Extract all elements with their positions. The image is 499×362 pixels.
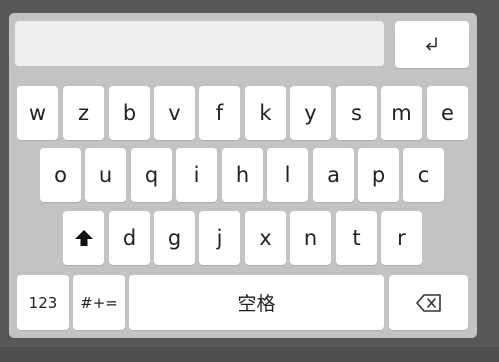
bottom-bar xyxy=(0,347,499,362)
key-u[interactable]: u xyxy=(85,148,126,202)
key-x[interactable]: x xyxy=(245,211,286,265)
key-d[interactable]: d xyxy=(109,211,150,265)
shift-arrow-up-icon xyxy=(74,230,93,246)
key-v[interactable]: v xyxy=(154,86,195,140)
key-r[interactable]: r xyxy=(381,211,422,265)
text-input-field[interactable] xyxy=(15,21,384,66)
key-y[interactable]: y xyxy=(290,86,331,140)
key-o[interactable]: o xyxy=(40,148,81,202)
shift-key[interactable] xyxy=(63,211,104,265)
key-a[interactable]: a xyxy=(313,148,354,202)
key-z[interactable]: z xyxy=(63,86,104,140)
backspace-icon xyxy=(415,293,441,312)
key-i[interactable]: i xyxy=(176,148,217,202)
key-f[interactable]: f xyxy=(199,86,240,140)
backspace-key[interactable] xyxy=(389,275,468,330)
return-arrow-icon xyxy=(426,36,437,50)
key-w[interactable]: w xyxy=(17,86,58,140)
key-e[interactable]: e xyxy=(427,86,468,140)
key-p[interactable]: p xyxy=(358,148,399,202)
enter-key[interactable] xyxy=(395,21,469,68)
key-k[interactable]: k xyxy=(245,86,286,140)
key-h[interactable]: h xyxy=(222,148,263,202)
space-key[interactable]: 空格 xyxy=(129,275,384,330)
keyboard-panel: w z b v f k y s m e o u q i h l a p c d … xyxy=(9,13,477,338)
key-l[interactable]: l xyxy=(267,148,308,202)
key-t[interactable]: t xyxy=(336,211,377,265)
key-m[interactable]: m xyxy=(381,86,422,140)
key-c[interactable]: c xyxy=(403,148,444,202)
key-b[interactable]: b xyxy=(109,86,150,140)
symbols-key[interactable]: #+= xyxy=(73,275,125,330)
numbers-key[interactable]: 123 xyxy=(17,275,69,330)
key-s[interactable]: s xyxy=(336,86,377,140)
key-n[interactable]: n xyxy=(290,211,331,265)
key-q[interactable]: q xyxy=(131,148,172,202)
key-j[interactable]: j xyxy=(199,211,240,265)
key-g[interactable]: g xyxy=(154,211,195,265)
